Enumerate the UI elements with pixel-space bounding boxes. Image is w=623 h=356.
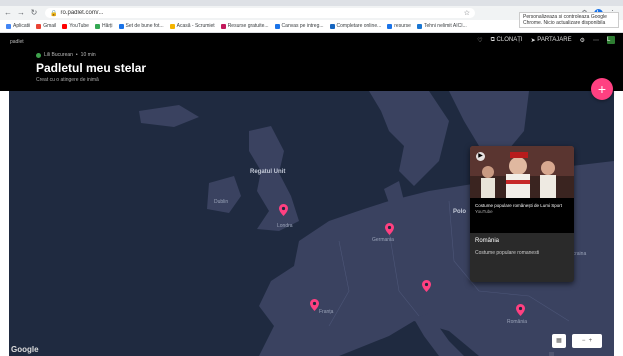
map-label-uk: Regatul Unit	[250, 169, 286, 175]
bookmark-label: Completare online...	[336, 23, 382, 29]
page-subtitle: Creat cu o atingere de inimă	[36, 77, 99, 83]
bookmark-item[interactable]: Gmail	[36, 23, 56, 29]
settings-icon[interactable]: ⚙	[580, 37, 585, 44]
bookmark-item[interactable]: Hărți	[94, 23, 113, 29]
bookmark-item[interactable]: Canvas pe intreg...	[274, 23, 324, 29]
bookmark-label: Acasă - Scrumiet	[176, 23, 215, 29]
forward-icon[interactable]: →	[16, 8, 26, 18]
bookmark-favicon-icon	[416, 23, 422, 29]
chrome-tooltip: Personalizeaza si controleaza Google Chr…	[519, 12, 619, 28]
author-avatar	[36, 52, 41, 58]
bookmark-favicon-icon	[94, 23, 100, 29]
bookmark-favicon-icon	[220, 23, 226, 29]
bookmark-label: YouTube	[69, 23, 89, 29]
clone-button[interactable]: ⧉ CLONAȚI	[491, 37, 523, 44]
bookmark-item[interactable]: Tehni nelimit AICI...	[416, 23, 467, 29]
video-thumbnail[interactable]: ▶	[470, 146, 574, 198]
author-name: Lili Bucurean	[44, 52, 73, 58]
bookmark-label: Tehni nelimit AICI...	[423, 23, 467, 29]
bookmark-item[interactable]: Set de bune fot...	[118, 23, 164, 29]
bookmark-label: Hărți	[101, 23, 113, 29]
post-body: România Costume populare romanesti	[470, 233, 574, 261]
google-logo: Google	[11, 345, 39, 354]
map-label-poland: Polo	[453, 209, 466, 215]
bookmark-label: Gmail	[43, 23, 57, 29]
share-button[interactable]: ➤ PARTAJARE	[531, 37, 572, 44]
more-icon[interactable]: ⋯	[593, 37, 599, 44]
map-pin[interactable]	[279, 203, 288, 216]
lock-icon: 🔒	[50, 10, 58, 17]
heart-icon[interactable]: ♡	[477, 37, 482, 44]
bookmark-item[interactable]: resurse	[387, 23, 411, 29]
padlet-logo[interactable]: padlet	[10, 39, 24, 45]
bookmark-favicon-icon	[62, 23, 68, 29]
clone-label: CLONAȚI	[496, 37, 523, 43]
bookmark-label: resurse	[394, 23, 411, 29]
post-age: 10 min	[80, 52, 96, 58]
bookmark-item[interactable]: YouTube	[62, 23, 89, 29]
map-controls: ▦ − +	[546, 334, 602, 348]
map-label-france: Franța	[319, 309, 334, 315]
bookmark-label: Canvas pe intreg...	[281, 23, 324, 29]
bookmark-favicon-icon	[118, 23, 124, 29]
bookmark-label: Aplicatii	[13, 23, 31, 29]
fullscreen-icon[interactable]: ▦	[552, 334, 566, 348]
map-pin[interactable]	[385, 222, 394, 235]
video-info: Costume populare românești de Lumi Sport…	[470, 198, 574, 233]
post-card[interactable]: ▶ Costume populare românești de Lumi Spo…	[470, 146, 574, 282]
back-icon[interactable]: ←	[3, 8, 13, 18]
bookmark-item[interactable]: Completare online...	[329, 23, 382, 29]
address-bar[interactable]: 🔒 ro.padlet.com/... ☆	[45, 8, 475, 18]
zoom-control[interactable]: − +	[572, 334, 602, 348]
video-source: YouTube	[475, 209, 493, 214]
map-label-romania: România	[507, 319, 528, 325]
page-title: Padletul meu stelar	[36, 61, 147, 75]
bookmark-item[interactable]: Aplicatii	[6, 23, 30, 29]
map-label-london: Londra	[277, 223, 293, 229]
map-label-germany: Germania	[372, 237, 394, 243]
bookmark-star-icon[interactable]: ☆	[464, 9, 470, 17]
bookmark-favicon-icon	[169, 23, 175, 29]
thumbnail-image	[470, 146, 574, 198]
url-text: ro.padlet.com/...	[60, 10, 104, 16]
header-actions: ♡ ⧉ CLONAȚI ➤ PARTAJARE ⚙ ⋯ L	[469, 36, 615, 44]
user-avatar[interactable]: L	[607, 36, 615, 44]
post-text: Costume populare romanesti	[475, 250, 540, 256]
play-icon[interactable]: ▶	[476, 152, 485, 161]
separator-dot: •	[75, 52, 78, 58]
add-post-button[interactable]: +	[591, 78, 613, 100]
bookmark-favicon-icon	[387, 23, 393, 29]
bookmark-item[interactable]: Acasă - Scrumiet	[169, 23, 215, 29]
bookmark-favicon-icon	[36, 23, 42, 29]
bookmark-favicon-icon	[6, 23, 11, 29]
map-pin[interactable]	[310, 298, 319, 311]
bookmark-label: Resurse gratuite...	[227, 23, 269, 29]
post-title: România	[475, 238, 500, 244]
bookmark-label: Set de bune fot...	[125, 23, 164, 29]
map-pin[interactable]	[516, 303, 525, 316]
map-attribution	[549, 352, 554, 356]
map-label-dublin: Dublin	[214, 199, 229, 205]
author-line: Lili Bucurean • 10 min	[36, 52, 96, 58]
bookmark-item[interactable]: Resurse gratuite...	[220, 23, 269, 29]
share-label: PARTAJARE	[537, 37, 572, 43]
reload-icon[interactable]: ↻	[29, 8, 39, 18]
map-pin[interactable]	[422, 279, 431, 292]
bookmark-favicon-icon	[274, 23, 280, 29]
padlet-header: padlet ♡ ⧉ CLONAȚI ➤ PARTAJARE ⚙ ⋯ L Lil…	[0, 33, 623, 91]
bookmark-favicon-icon	[329, 23, 335, 29]
